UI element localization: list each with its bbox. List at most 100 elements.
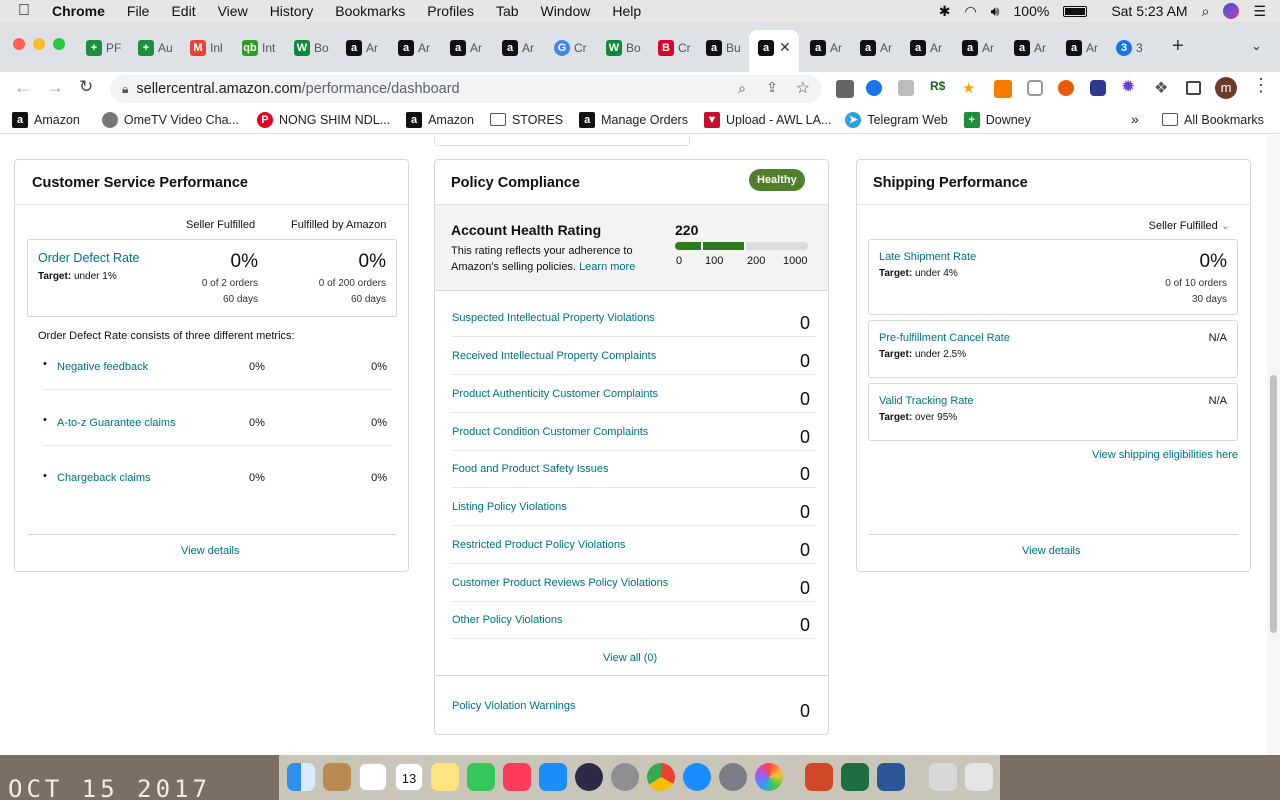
policy-row[interactable]: Restricted Product Policy Violations 0 — [452, 526, 816, 564]
tab[interactable]: a Ar — [346, 36, 378, 60]
chrome-icon[interactable] — [647, 763, 675, 791]
tab[interactable]: a Ar — [1066, 36, 1098, 60]
policy-row[interactable]: Received Intellectual Property Complaint… — [452, 337, 816, 375]
close-tab-icon[interactable]: ✕ — [779, 39, 791, 56]
new-tab-button[interactable]: + — [1172, 35, 1184, 58]
safari-icon[interactable] — [683, 763, 711, 791]
metric-chargeback-link[interactable]: Chargeback claims — [57, 472, 151, 484]
view-details-link[interactable]: View details — [181, 545, 240, 557]
policy-row-label[interactable]: Product Authenticity Customer Complaints — [452, 388, 658, 400]
control-center-icon[interactable]: ☰ — [1253, 3, 1266, 20]
music-icon[interactable] — [503, 763, 531, 791]
notes-icon[interactable] — [431, 763, 459, 791]
policy-row[interactable]: Suspected Intellectual Property Violatio… — [452, 299, 816, 337]
policy-row-label[interactable]: Restricted Product Policy Violations — [452, 539, 625, 551]
volume-icon[interactable]: 🔊︎ — [991, 3, 1000, 20]
app-store-icon[interactable] — [539, 763, 567, 791]
extensions-puzzle-icon[interactable]: ❖ — [1154, 78, 1168, 98]
spotlight-icon[interactable]: ⌕ — [1202, 3, 1210, 20]
all-bookmarks-folder[interactable]: All Bookmarks — [1162, 113, 1264, 127]
extension-icon[interactable] — [1058, 80, 1074, 96]
tab[interactable]: qb Int — [242, 36, 275, 60]
bookmark-ometv[interactable]: OmeTV Video Cha... — [101, 111, 239, 128]
policy-row-label[interactable]: Listing Policy Violations — [452, 501, 567, 513]
policy-row-label[interactable]: Customer Product Reviews Policy Violatio… — [452, 577, 668, 589]
bookmark-amazon-2[interactable]: a Amazon — [406, 111, 474, 128]
bookmarks-overflow-icon[interactable]: » — [1131, 111, 1139, 127]
fulfillment-dropdown[interactable]: Seller Fulfilled ⌄ — [1149, 219, 1230, 232]
extension-icon[interactable] — [1090, 80, 1106, 96]
view-details-link[interactable]: View details — [1022, 545, 1081, 557]
extension-icon[interactable]: ★ — [962, 79, 975, 97]
lock-icon[interactable]: 🔒︎ — [122, 82, 128, 97]
tab[interactable]: W Bo — [294, 36, 329, 60]
siri-app-icon[interactable] — [575, 763, 603, 791]
system-preferences-icon[interactable] — [611, 763, 639, 791]
menu-history[interactable]: History — [270, 3, 314, 19]
menu-tab[interactable]: Tab — [496, 3, 519, 19]
bookmark-nongshim[interactable]: P NONG SHIM NDL... — [256, 111, 390, 128]
extension-icon[interactable]: ✹ — [1121, 77, 1135, 97]
tab[interactable]: a Bu — [706, 36, 741, 60]
policy-row-label[interactable]: Other Policy Violations — [452, 614, 562, 626]
menu-bookmarks[interactable]: Bookmarks — [335, 3, 405, 19]
tab[interactable]: G Cr — [554, 36, 587, 60]
policy-row[interactable]: Customer Product Reviews Policy Violatio… — [452, 564, 816, 602]
back-icon[interactable]: ← — [14, 77, 32, 98]
learn-more-link[interactable]: Learn more — [579, 261, 635, 273]
menu-view[interactable]: View — [218, 3, 248, 19]
bookmark-telegram[interactable]: ➤ Telegram Web — [845, 111, 948, 128]
menu-help[interactable]: Help — [612, 3, 641, 19]
cancel-rate-link[interactable]: Pre-fulfillment Cancel Rate — [879, 332, 1010, 344]
share-icon[interactable]: ⇪ — [766, 79, 778, 96]
extension-off-icon[interactable] — [836, 80, 854, 98]
bookmark-manage-orders[interactable]: a Manage Orders — [579, 111, 688, 128]
siri-icon[interactable] — [1223, 3, 1240, 19]
tab[interactable]: a Ar — [860, 36, 892, 60]
extension-icon[interactable] — [898, 80, 914, 96]
policy-row-label[interactable]: Suspected Intellectual Property Violatio… — [452, 312, 655, 324]
trash-icon[interactable] — [965, 763, 993, 791]
tracking-rate-link[interactable]: Valid Tracking Rate — [879, 395, 974, 407]
facetime-icon[interactable] — [467, 763, 495, 791]
powerpoint-icon[interactable] — [805, 763, 833, 791]
minimize-window-button[interactable] — [33, 38, 45, 50]
policy-row[interactable]: Food and Product Safety Issues 0 — [452, 450, 816, 488]
clock[interactable]: Sat 5:23 AM — [1111, 3, 1187, 19]
menu-app-name[interactable]: Chrome — [52, 3, 105, 19]
tab[interactable]: a Ar — [810, 36, 842, 60]
metric-negative-feedback-link[interactable]: Negative feedback — [57, 361, 148, 373]
reminders-icon[interactable] — [359, 763, 387, 791]
menu-profiles[interactable]: Profiles — [427, 3, 474, 19]
bookmark-stores-folder[interactable]: STORES — [489, 113, 563, 127]
notes-app-icon[interactable] — [323, 763, 351, 791]
word-icon[interactable] — [877, 763, 905, 791]
policy-row-label[interactable]: Received Intellectual Property Complaint… — [452, 350, 656, 362]
shipping-eligibilities-link[interactable]: View shipping eligibilities here — [1092, 449, 1238, 461]
tab[interactable]: B Cr — [658, 36, 691, 60]
tab[interactable]: a Ar — [450, 36, 482, 60]
tab[interactable]: + Au — [138, 36, 173, 60]
menu-file[interactable]: File — [127, 3, 150, 19]
zoom-window-button[interactable] — [53, 38, 65, 50]
menu-dots-icon[interactable]: ⋮ — [1252, 75, 1270, 96]
tab[interactable]: a — [758, 36, 778, 60]
metric-atoz-link[interactable]: A-to-z Guarantee claims — [57, 417, 176, 429]
policy-row[interactable]: Product Authenticity Customer Complaints… — [452, 375, 816, 413]
reload-icon[interactable]: ↻ — [79, 77, 93, 97]
policy-row[interactable]: Product Condition Customer Complaints 0 — [452, 413, 816, 451]
menu-edit[interactable]: Edit — [171, 3, 195, 19]
order-defect-rate-link[interactable]: Order Defect Rate — [38, 251, 139, 265]
avatar[interactable]: m — [1215, 77, 1237, 99]
photos-icon[interactable] — [755, 763, 783, 791]
side-panel-icon[interactable] — [1186, 81, 1201, 95]
tab[interactable]: M Inl — [190, 36, 223, 60]
menu-window[interactable]: Window — [541, 3, 591, 19]
battery-icon[interactable] — [1063, 5, 1088, 17]
tab-search-chevron-icon[interactable]: ⌄ — [1251, 38, 1262, 54]
policy-warnings-row[interactable]: Policy Violation Warnings 0 — [452, 687, 816, 725]
tab[interactable]: W Bo — [606, 36, 641, 60]
zoom-icon[interactable]: ⌕ — [738, 80, 746, 97]
wifi-icon[interactable]: ◠ — [964, 3, 976, 20]
forward-icon[interactable]: → — [46, 77, 64, 98]
